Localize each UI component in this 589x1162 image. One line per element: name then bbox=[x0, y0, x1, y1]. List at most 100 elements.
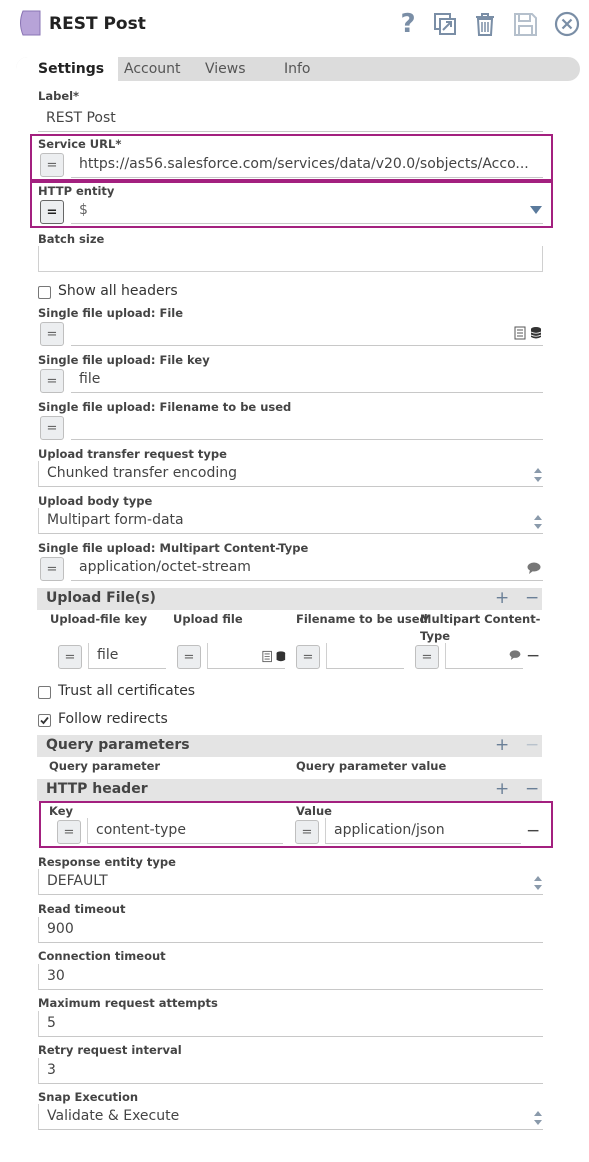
remove-row-button[interactable]: − bbox=[525, 589, 539, 607]
upload-transfer-label: Upload transfer request type bbox=[38, 447, 227, 461]
query-params-section-title: Query parameters bbox=[46, 737, 190, 753]
retry-interval-input[interactable]: 3 bbox=[38, 1058, 543, 1084]
upload-body-select[interactable]: Multipart form-data bbox=[38, 508, 543, 534]
remove-query-param-button[interactable]: − bbox=[525, 736, 539, 754]
response-entity-label: Response entity type bbox=[38, 855, 176, 869]
checkmark-icon bbox=[40, 716, 49, 725]
remove-header-row-button[interactable]: − bbox=[526, 822, 540, 840]
tab-bar: Settings Account Views Info bbox=[16, 57, 580, 81]
close-button[interactable] bbox=[553, 10, 581, 38]
label-input[interactable]: REST Post bbox=[38, 106, 543, 132]
single-file-key-expression-toggle[interactable]: = bbox=[40, 369, 64, 393]
filename-column-header: Filename to be used bbox=[296, 612, 428, 626]
help-icon: ? bbox=[400, 9, 416, 39]
query-param-value-column-header: Query parameter value bbox=[296, 759, 447, 773]
upload-file-key-column-header: Upload-file key bbox=[50, 612, 148, 626]
follow-redirects-checkbox[interactable] bbox=[38, 714, 51, 727]
tab-settings[interactable]: Settings bbox=[16, 57, 119, 81]
header-value-expression-toggle[interactable]: = bbox=[295, 820, 319, 844]
help-button[interactable]: ? bbox=[394, 9, 422, 39]
single-filename-input[interactable] bbox=[71, 414, 543, 440]
follow-redirects-label: Follow redirects bbox=[58, 711, 168, 727]
max-attempts-input[interactable]: 5 bbox=[38, 1011, 543, 1037]
tab-account[interactable]: Account bbox=[124, 57, 181, 81]
read-timeout-label: Read timeout bbox=[38, 902, 126, 916]
query-param-column-header: Query parameter bbox=[49, 759, 161, 773]
read-timeout-input[interactable]: 900 bbox=[38, 917, 543, 943]
header-key-expression-toggle[interactable]: = bbox=[57, 820, 81, 844]
snap-icon bbox=[20, 10, 41, 36]
single-filename-expression-toggle[interactable]: = bbox=[40, 416, 64, 440]
upload-transfer-select[interactable]: Chunked transfer encoding bbox=[38, 461, 543, 487]
export-button[interactable] bbox=[431, 10, 459, 38]
header-value-column-header: Value bbox=[296, 804, 332, 818]
service-url-input[interactable]: https://as56.salesforce.com/services/dat… bbox=[71, 152, 543, 178]
single-file-input[interactable] bbox=[71, 320, 543, 346]
retry-interval-label: Retry request interval bbox=[38, 1043, 182, 1057]
upload-files-section-header: Upload File(s) + − bbox=[37, 588, 542, 610]
show-all-headers-label: Show all headers bbox=[58, 283, 178, 299]
multipart-content-column-header: Multipart Content- bbox=[420, 612, 541, 626]
select-arrows-icon[interactable] bbox=[533, 875, 543, 891]
multipart-content-column-header-cont: Type bbox=[420, 629, 451, 643]
http-entity-label: HTTP entity bbox=[38, 184, 115, 198]
upload-key-input[interactable]: file bbox=[88, 643, 166, 669]
connection-timeout-input[interactable]: 30 bbox=[38, 964, 543, 990]
max-attempts-label: Maximum request attempts bbox=[38, 996, 218, 1010]
chevron-down-icon[interactable] bbox=[530, 206, 542, 214]
remove-header-button[interactable]: − bbox=[525, 780, 539, 798]
save-icon bbox=[514, 13, 537, 36]
comment-icon[interactable] bbox=[527, 562, 541, 574]
multipart-content-type-label: Single file upload: Multipart Content-Ty… bbox=[38, 541, 309, 555]
http-header-section-title: HTTP header bbox=[46, 781, 148, 797]
single-file-key-label: Single file upload: File key bbox=[38, 353, 210, 367]
select-arrows-icon[interactable] bbox=[533, 467, 543, 483]
export-icon bbox=[434, 13, 456, 35]
remove-upload-row-button[interactable]: − bbox=[526, 647, 540, 665]
show-all-headers-checkbox[interactable] bbox=[38, 286, 51, 299]
service-url-label: Service URL* bbox=[38, 137, 122, 151]
select-arrows-icon[interactable] bbox=[533, 514, 543, 530]
delete-icon bbox=[476, 13, 494, 36]
header-key-input[interactable]: content-type bbox=[87, 818, 283, 844]
multipart-content-type-input[interactable]: application/octet-stream bbox=[71, 555, 543, 581]
content-type-expression-toggle[interactable]: = bbox=[415, 645, 439, 669]
filename-input[interactable] bbox=[326, 643, 404, 669]
dialog-title: REST Post bbox=[49, 14, 146, 34]
header-key-column-header: Key bbox=[49, 804, 74, 818]
tab-views[interactable]: Views bbox=[205, 57, 246, 81]
snap-execution-label: Snap Execution bbox=[38, 1090, 139, 1104]
http-entity-expression-toggle[interactable]: = bbox=[40, 200, 64, 224]
save-button[interactable] bbox=[511, 10, 539, 38]
select-arrows-icon[interactable] bbox=[533, 1110, 543, 1126]
add-header-button[interactable]: + bbox=[495, 780, 509, 798]
add-query-param-button[interactable]: + bbox=[495, 736, 509, 754]
tab-info[interactable]: Info bbox=[284, 57, 311, 81]
batch-size-label: Batch size bbox=[38, 232, 105, 246]
service-url-expression-toggle[interactable]: = bbox=[40, 153, 64, 177]
response-entity-select[interactable]: DEFAULT bbox=[38, 869, 543, 895]
http-header-section-header: HTTP header + − bbox=[37, 779, 542, 801]
add-row-button[interactable]: + bbox=[495, 589, 509, 607]
label-label: Label* bbox=[38, 89, 80, 103]
comment-icon[interactable] bbox=[509, 650, 521, 660]
http-entity-input[interactable]: $ bbox=[71, 198, 543, 224]
upload-body-label: Upload body type bbox=[38, 494, 153, 508]
close-icon bbox=[554, 11, 580, 37]
single-file-key-input[interactable]: file bbox=[71, 367, 543, 393]
single-file-expression-toggle[interactable]: = bbox=[40, 322, 64, 346]
file-browse-icon[interactable] bbox=[262, 650, 286, 663]
delete-button[interactable] bbox=[471, 10, 499, 38]
upload-file-expression-toggle[interactable]: = bbox=[177, 645, 201, 669]
multipart-content-type-expression-toggle[interactable]: = bbox=[40, 557, 64, 581]
single-file-label: Single file upload: File bbox=[38, 306, 184, 320]
header-value-input[interactable]: application/json bbox=[325, 818, 521, 844]
file-browse-icon[interactable] bbox=[514, 326, 542, 340]
filename-expression-toggle[interactable]: = bbox=[296, 645, 320, 669]
snap-execution-select[interactable]: Validate & Execute bbox=[38, 1104, 543, 1130]
trust-all-checkbox[interactable] bbox=[38, 686, 51, 699]
batch-size-input[interactable] bbox=[38, 246, 543, 272]
connection-timeout-label: Connection timeout bbox=[38, 949, 166, 963]
upload-key-expression-toggle[interactable]: = bbox=[58, 645, 82, 669]
single-filename-label: Single file upload: Filename to be used bbox=[38, 400, 292, 414]
